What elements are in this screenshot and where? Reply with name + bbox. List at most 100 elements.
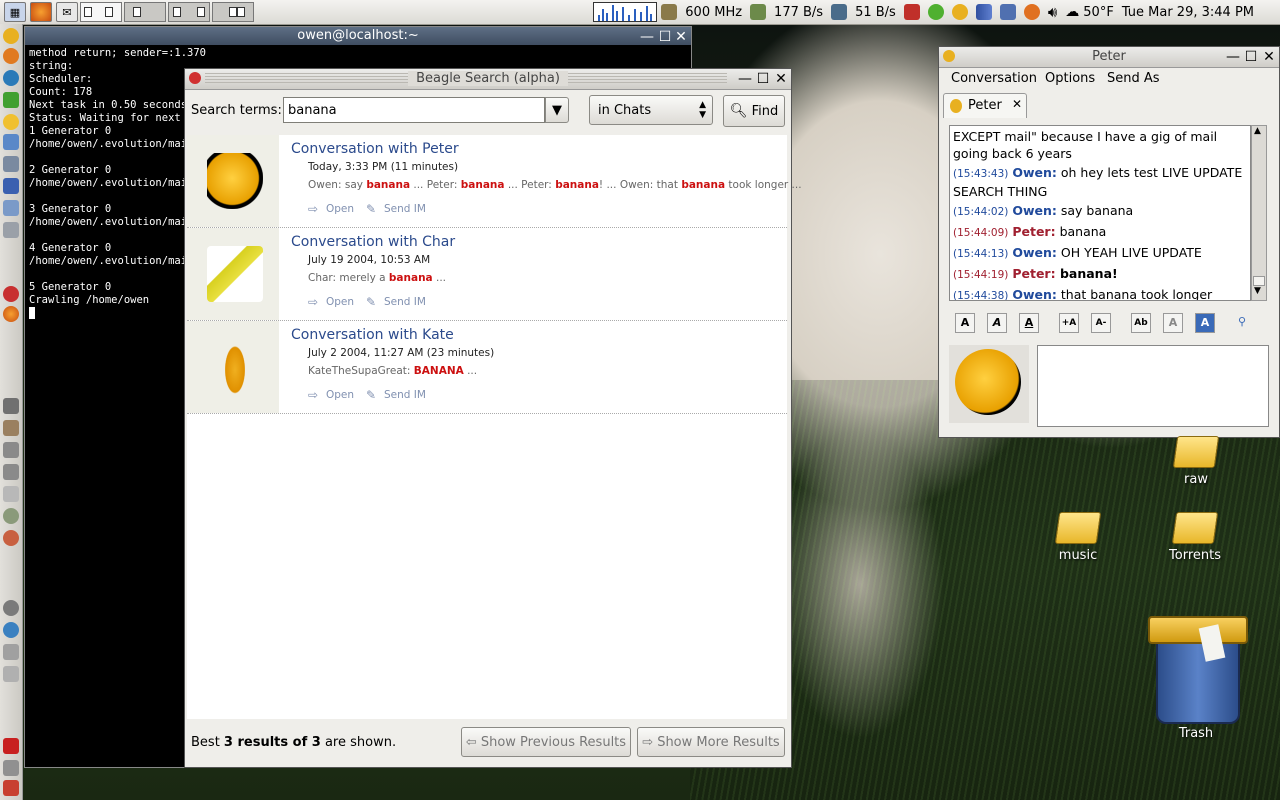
pen-icon[interactable] bbox=[3, 420, 19, 436]
calculator-icon[interactable] bbox=[3, 398, 19, 414]
desktop-icon-raw[interactable]: raw bbox=[1166, 436, 1226, 487]
result-send-im-link[interactable]: ✎ Send IM bbox=[366, 203, 426, 215]
buddy-launcher-icon[interactable] bbox=[3, 28, 19, 44]
menu-conversation[interactable]: Conversation bbox=[951, 71, 1037, 86]
gaim-icon[interactable] bbox=[927, 4, 944, 20]
beagle-icon[interactable] bbox=[903, 4, 920, 20]
maximize-icon[interactable]: ☐ bbox=[657, 29, 673, 45]
desktop-icon-trash[interactable]: Trash bbox=[1130, 610, 1262, 741]
download-rate[interactable]: 177 B/s bbox=[774, 5, 823, 20]
keyboard-icon[interactable] bbox=[999, 4, 1016, 20]
maximize-icon[interactable]: ☐ bbox=[1243, 49, 1259, 65]
launcher-icon-s[interactable] bbox=[3, 48, 19, 64]
scope-select[interactable]: in Chats ▲ ▼ bbox=[589, 95, 713, 125]
buddy-icon[interactable] bbox=[951, 4, 968, 20]
result-title[interactable]: Conversation with Char bbox=[291, 234, 455, 250]
workspace-3[interactable] bbox=[168, 2, 210, 22]
scroll-up-icon[interactable]: ▲ bbox=[1254, 126, 1261, 136]
firefox-icon[interactable] bbox=[30, 2, 52, 22]
link-icon[interactable]: ⚲ bbox=[1233, 313, 1251, 331]
larger-font-button[interactable]: +A bbox=[1059, 313, 1079, 333]
mail-launcher-icon[interactable] bbox=[3, 200, 19, 216]
beagle-search-window[interactable]: Beagle Search (alpha) — ☐ ✕ Search terms… bbox=[184, 68, 802, 768]
maximize-icon[interactable]: ☐ bbox=[755, 71, 771, 87]
text-editor-icon[interactable] bbox=[3, 134, 19, 150]
foreground-color-button[interactable]: A bbox=[1163, 313, 1183, 333]
result-open-link[interactable]: ⇨ Open bbox=[308, 296, 354, 308]
chat-titlebar[interactable]: Peter — ☐ ✕ bbox=[939, 47, 1279, 68]
printer-icon[interactable] bbox=[3, 222, 19, 238]
upload-rate[interactable]: 51 B/s bbox=[855, 5, 896, 20]
volume-icon[interactable]: 🔊︎ bbox=[1048, 3, 1057, 21]
chat-tab-peter[interactable]: Peter ✕ bbox=[943, 93, 1027, 118]
workspace-1[interactable] bbox=[80, 2, 122, 22]
results-pane[interactable]: Conversation with Peter Today, 3:33 PM (1… bbox=[187, 135, 802, 719]
result-title[interactable]: Conversation with Peter bbox=[291, 141, 459, 157]
workspace-2[interactable] bbox=[124, 2, 166, 22]
menu-launcher[interactable]: ▦ bbox=[4, 2, 26, 22]
find-button[interactable]: 🔍︎ Find bbox=[723, 95, 785, 127]
launcher-icon-face[interactable] bbox=[3, 114, 19, 130]
notes-icon[interactable] bbox=[3, 156, 19, 172]
show-more-results-button[interactable]: ⇨ Show More Results bbox=[637, 727, 785, 757]
chat-log-scrollbar[interactable]: ▲ ▼ bbox=[1251, 125, 1267, 301]
signal-icon[interactable] bbox=[975, 4, 992, 20]
gear-icon[interactable] bbox=[3, 600, 19, 616]
result-send-im-link[interactable]: ✎ Send IM bbox=[366, 296, 426, 308]
lock-icon[interactable] bbox=[3, 760, 19, 776]
close-icon[interactable]: ✕ bbox=[673, 29, 689, 45]
scrollbar-thumb[interactable] bbox=[1253, 276, 1265, 286]
minimize-icon[interactable]: — bbox=[639, 29, 655, 45]
close-icon[interactable]: ✕ bbox=[1261, 49, 1277, 65]
printer2-icon[interactable] bbox=[3, 644, 19, 660]
mail-icon[interactable]: ✉ bbox=[56, 2, 78, 22]
font-face-button[interactable]: Ab bbox=[1131, 313, 1151, 333]
update-icon[interactable] bbox=[1023, 4, 1040, 20]
result-title[interactable]: Conversation with Kate bbox=[291, 327, 454, 343]
settings-icon[interactable] bbox=[3, 508, 19, 524]
launcher-icon-s2[interactable] bbox=[3, 70, 19, 86]
show-previous-results-button[interactable]: ⇦ Show Previous Results bbox=[461, 727, 631, 757]
desktop-icon-torrents[interactable]: Torrents bbox=[1160, 512, 1230, 563]
search-result[interactable]: Conversation with Kate July 2 2004, 11:27… bbox=[187, 321, 787, 414]
launcher-icon-grid[interactable] bbox=[3, 92, 19, 108]
menu-options[interactable]: Options bbox=[1045, 71, 1095, 86]
bold-button[interactable]: A bbox=[955, 313, 975, 333]
smaller-font-button[interactable]: A- bbox=[1091, 313, 1111, 333]
peter-buddy-icon[interactable] bbox=[949, 345, 1029, 423]
menu-send-as[interactable]: Send As bbox=[1107, 71, 1160, 86]
globe-icon[interactable] bbox=[3, 622, 19, 638]
network-load-graph[interactable] bbox=[593, 2, 658, 22]
result-send-im-link[interactable]: ✎ Send IM bbox=[366, 389, 426, 401]
clock[interactable]: Tue Mar 29, 3:44 PM bbox=[1122, 5, 1254, 20]
search-input[interactable] bbox=[283, 97, 545, 123]
italic-button[interactable]: A bbox=[987, 313, 1007, 333]
result-open-link[interactable]: ⇨ Open bbox=[308, 203, 354, 215]
disk-icon[interactable] bbox=[3, 486, 19, 502]
minimize-icon[interactable]: — bbox=[737, 71, 753, 87]
terminal-titlebar[interactable]: owen@localhost:~ — ☐ ✕ bbox=[25, 27, 691, 45]
chat-log[interactable]: EXCEPT mail" because I have a gig of mai… bbox=[949, 125, 1251, 301]
scroll-down-icon[interactable]: ▼ bbox=[1254, 286, 1261, 296]
close-session-icon[interactable] bbox=[3, 738, 19, 754]
background-color-button[interactable]: A bbox=[1195, 313, 1215, 333]
scanner-icon[interactable] bbox=[3, 666, 19, 682]
minimize-icon[interactable]: — bbox=[1225, 49, 1241, 65]
chat-window[interactable]: Peter — ☐ ✕ Conversation Options Send As… bbox=[938, 46, 1280, 438]
workspace-4[interactable] bbox=[212, 2, 254, 22]
close-icon[interactable]: ✕ bbox=[1012, 97, 1022, 111]
search-history-dropdown[interactable]: ▼ bbox=[545, 97, 569, 123]
message-input[interactable] bbox=[1037, 345, 1269, 427]
desktop-icon-music[interactable]: music bbox=[1048, 512, 1108, 563]
logout-icon[interactable] bbox=[3, 780, 19, 796]
document-icon[interactable] bbox=[3, 442, 19, 458]
vpn-icon[interactable] bbox=[3, 286, 19, 302]
search-result[interactable]: Conversation with Char July 19 2004, 10:5… bbox=[187, 228, 787, 321]
firefox-launcher-icon[interactable] bbox=[3, 306, 19, 322]
weather-temperature[interactable]: 50°F bbox=[1083, 5, 1114, 20]
search-result[interactable]: Conversation with Peter Today, 3:33 PM (1… bbox=[187, 135, 802, 228]
wrench-icon[interactable] bbox=[3, 178, 19, 194]
beagle-titlebar[interactable]: Beagle Search (alpha) — ☐ ✕ bbox=[185, 69, 791, 90]
underline-button[interactable]: A bbox=[1019, 313, 1039, 333]
keyboard-launcher-icon[interactable] bbox=[3, 464, 19, 480]
